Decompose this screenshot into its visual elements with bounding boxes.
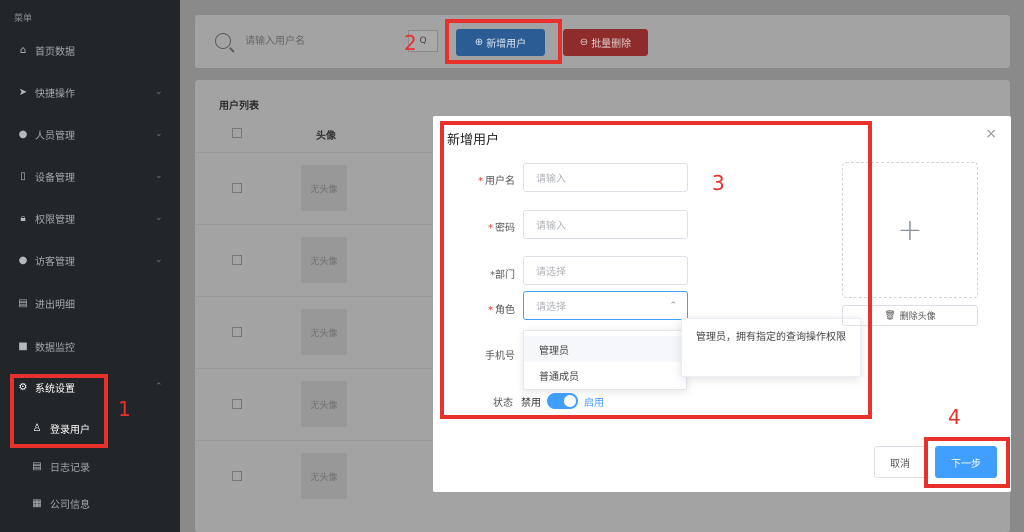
column-header-avatar: 头像 [316, 131, 336, 142]
sidebar-item-label: 公司信息 [50, 499, 90, 511]
annotation-number-1: 1 [118, 397, 131, 421]
sidebar-item-label: 访客管理 [35, 256, 75, 268]
sidebar-item-access-log[interactable]: ▤ 进出明细 [0, 288, 180, 318]
sidebar-item-logs[interactable]: ▤ 日志记录 [0, 451, 180, 481]
sidebar-item-company[interactable]: ▦ 公司信息 [0, 488, 180, 518]
log-icon: ▤ [32, 460, 42, 472]
table-row: 无头像 [195, 296, 435, 366]
sidebar-item-permissions[interactable]: 🔒︎ 权限管理 ⌄ [0, 203, 180, 233]
sidebar-item-visitors[interactable]: ● 访客管理 ⌄ [0, 245, 180, 275]
chevron-down-icon: ⌄ [155, 255, 163, 265]
annotation-number-2: 2 [404, 31, 417, 55]
chevron-down-icon: ⌄ [155, 171, 163, 181]
sidebar: 菜单 ⌂ 首页数据 ➤ 快捷操作 ⌄ ● 人员管理 ⌄ ▯ 设备管理 ⌄ 🔒︎ … [0, 0, 180, 532]
annotation-number-3: 3 [712, 171, 725, 195]
annotation-number-4: 4 [948, 405, 961, 429]
lock-icon: 🔒︎ [20, 212, 26, 224]
sidebar-item-home[interactable]: ⌂ 首页数据 [0, 35, 180, 65]
table-row: 无头像 [195, 440, 435, 510]
row-checkbox[interactable] [232, 255, 242, 265]
chevron-down-icon: ⌄ [155, 87, 163, 97]
annotation-box-1 [10, 374, 108, 448]
row-checkbox[interactable] [232, 471, 242, 481]
sidebar-item-label: 快捷操作 [35, 88, 75, 100]
chevron-up-icon: ⌃ [155, 382, 163, 392]
tablet-icon: ▯ [20, 170, 26, 182]
avatar-placeholder: 无头像 [301, 381, 347, 427]
batch-delete-label: 批量删除 [591, 39, 632, 50]
row-checkbox[interactable] [232, 183, 242, 193]
avatar-placeholder: 无头像 [301, 165, 347, 211]
search-icon [215, 33, 231, 49]
avatar-placeholder: 无头像 [301, 453, 347, 499]
sidebar-item-label: 首页数据 [35, 46, 75, 58]
sidebar-item-label: 日志记录 [50, 462, 90, 474]
document-icon: ▤ [18, 297, 28, 309]
minus-circle-icon: ⊖ [579, 37, 589, 48]
send-icon: ➤ [18, 86, 28, 98]
row-checkbox[interactable] [232, 399, 242, 409]
table-row: 无头像 [195, 368, 435, 438]
avatar-placeholder: 无头像 [301, 309, 347, 355]
sidebar-item-devices[interactable]: ▯ 设备管理 ⌄ [0, 161, 180, 191]
batch-delete-button[interactable]: ⊖ 批量删除 [563, 29, 648, 56]
list-title: 用户列表 [219, 101, 259, 112]
user-icon: ● [18, 128, 28, 140]
trash-icon: 🗑︎ [884, 310, 896, 321]
annotation-box-4 [924, 437, 1010, 488]
plus-icon: + [897, 212, 923, 248]
sidebar-item-monitoring[interactable]: ■ 数据监控 [0, 331, 180, 361]
search-input[interactable] [245, 30, 405, 52]
sidebar-item-label: 权限管理 [35, 214, 75, 226]
delete-avatar-label: 删除头像 [899, 312, 936, 322]
avatar-placeholder: 无头像 [301, 237, 347, 283]
sidebar-item-label: 数据监控 [35, 342, 75, 354]
select-all-checkbox[interactable] [232, 128, 242, 138]
close-icon[interactable]: × [985, 126, 997, 142]
visitor-icon: ● [18, 254, 28, 266]
sidebar-item-label: 设备管理 [35, 172, 75, 184]
row-checkbox[interactable] [232, 327, 242, 337]
home-icon: ⌂ [19, 44, 27, 56]
sidebar-item-label: 进出明细 [35, 299, 75, 311]
sidebar-title: 菜单 [14, 14, 33, 24]
sidebar-item-shortcuts[interactable]: ➤ 快捷操作 ⌄ [0, 77, 180, 107]
table-row: 无头像 [195, 152, 435, 222]
table-row: 无头像 [195, 224, 435, 294]
annotation-box-2 [445, 19, 562, 64]
annotation-box-3 [440, 121, 872, 419]
camera-icon: ■ [18, 340, 28, 352]
chevron-down-icon: ⌄ [155, 129, 163, 139]
cancel-button[interactable]: 取消 [874, 446, 926, 478]
sidebar-item-personnel[interactable]: ● 人员管理 ⌄ [0, 119, 180, 149]
chevron-down-icon: ⌄ [155, 213, 163, 223]
sidebar-item-label: 人员管理 [35, 130, 75, 142]
company-icon: ▦ [32, 497, 42, 509]
